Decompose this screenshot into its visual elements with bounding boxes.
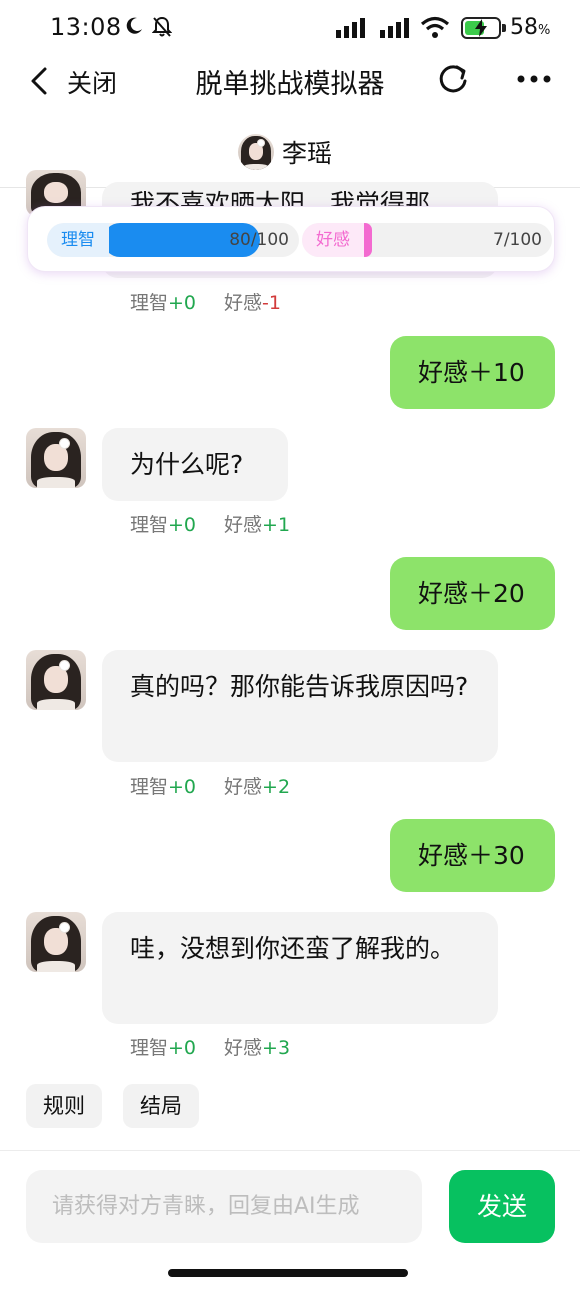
status-time: 13:08 [50, 13, 122, 41]
message-bubble-incoming: 为什么呢? [102, 428, 288, 501]
message-stats: 理智+0 好感-1 [130, 288, 281, 315]
avatar[interactable] [26, 650, 86, 710]
nav-bar: 关闭 脱单挑战模拟器 [0, 56, 580, 108]
message-bubble-outgoing: 好感＋10 [390, 336, 555, 409]
refresh-icon[interactable] [436, 62, 470, 96]
divider [0, 1150, 580, 1151]
stat-sanity-delta: +0 [168, 1037, 197, 1059]
stat-sanity-label: 理智 [130, 776, 169, 798]
stat-sanity-label: 理智 [130, 514, 169, 536]
signal-icon [380, 18, 409, 38]
message-bubble-outgoing: 好感＋30 [390, 819, 555, 892]
charging-bolt-icon [475, 19, 487, 37]
stat-sanity-delta: +0 [168, 776, 197, 798]
message-stats: 理智+0 好感+2 [130, 772, 290, 799]
stat-affection-delta: +2 [262, 776, 291, 798]
ending-button[interactable]: 结局 [123, 1084, 199, 1128]
stat-affection-label: 好感 [224, 292, 263, 314]
contact-name: 李瑶 [282, 139, 333, 168]
affection-meter-label: 好感 [302, 223, 364, 257]
rules-button[interactable]: 规则 [26, 1084, 102, 1128]
wifi-icon [420, 16, 450, 38]
send-button[interactable]: 发送 [449, 1170, 555, 1243]
stat-affection-label: 好感 [224, 1037, 263, 1059]
message-stats: 理智+0 好感+3 [130, 1033, 290, 1060]
stat-affection-delta: -1 [262, 292, 281, 314]
battery-percent: 58% [510, 15, 550, 40]
sanity-meter-value: 80/100 [229, 230, 289, 250]
moon-icon [126, 17, 142, 34]
message-stats: 理智+0 好感+1 [130, 510, 290, 537]
sanity-meter: 理智 80/100 [47, 223, 299, 257]
message-bubble-outgoing: 好感＋20 [390, 557, 555, 630]
avatar[interactable] [26, 912, 86, 972]
stat-affection-delta: +1 [262, 514, 291, 536]
affection-meter-value: 7/100 [493, 230, 542, 250]
affection-meter: 好感 7/100 [302, 223, 552, 257]
message-input[interactable] [26, 1170, 422, 1243]
stat-sanity-label: 理智 [130, 1037, 169, 1059]
contact-header: 李瑶 [0, 126, 580, 188]
battery-percent-value: 58 [510, 15, 538, 40]
stat-sanity-delta: +0 [168, 514, 197, 536]
more-icon[interactable] [516, 74, 552, 84]
contact-avatar[interactable] [238, 134, 274, 170]
avatar[interactable] [26, 428, 86, 488]
stat-sanity-label: 理智 [130, 292, 169, 314]
signal-icon [336, 18, 365, 38]
battery-cap [502, 24, 506, 32]
bell-off-icon [152, 16, 172, 37]
status-bar: 13:08 58% [0, 0, 580, 56]
home-indicator[interactable] [168, 1269, 408, 1277]
page-title: 脱单挑战模拟器 [195, 69, 385, 100]
battery-percent-unit: % [538, 23, 551, 38]
message-bubble-incoming: 真的吗？那你能告诉我原因吗? [102, 650, 498, 762]
meter-panel: 理智 80/100 好感 7/100 [27, 206, 555, 272]
message-bubble-incoming: 哇，没想到你还蛮了解我的。 [102, 912, 498, 1024]
stat-affection-label: 好感 [224, 776, 263, 798]
stat-affection-label: 好感 [224, 514, 263, 536]
stat-sanity-delta: +0 [168, 292, 197, 314]
sanity-meter-label: 理智 [47, 223, 109, 257]
stat-affection-delta: +3 [262, 1037, 291, 1059]
